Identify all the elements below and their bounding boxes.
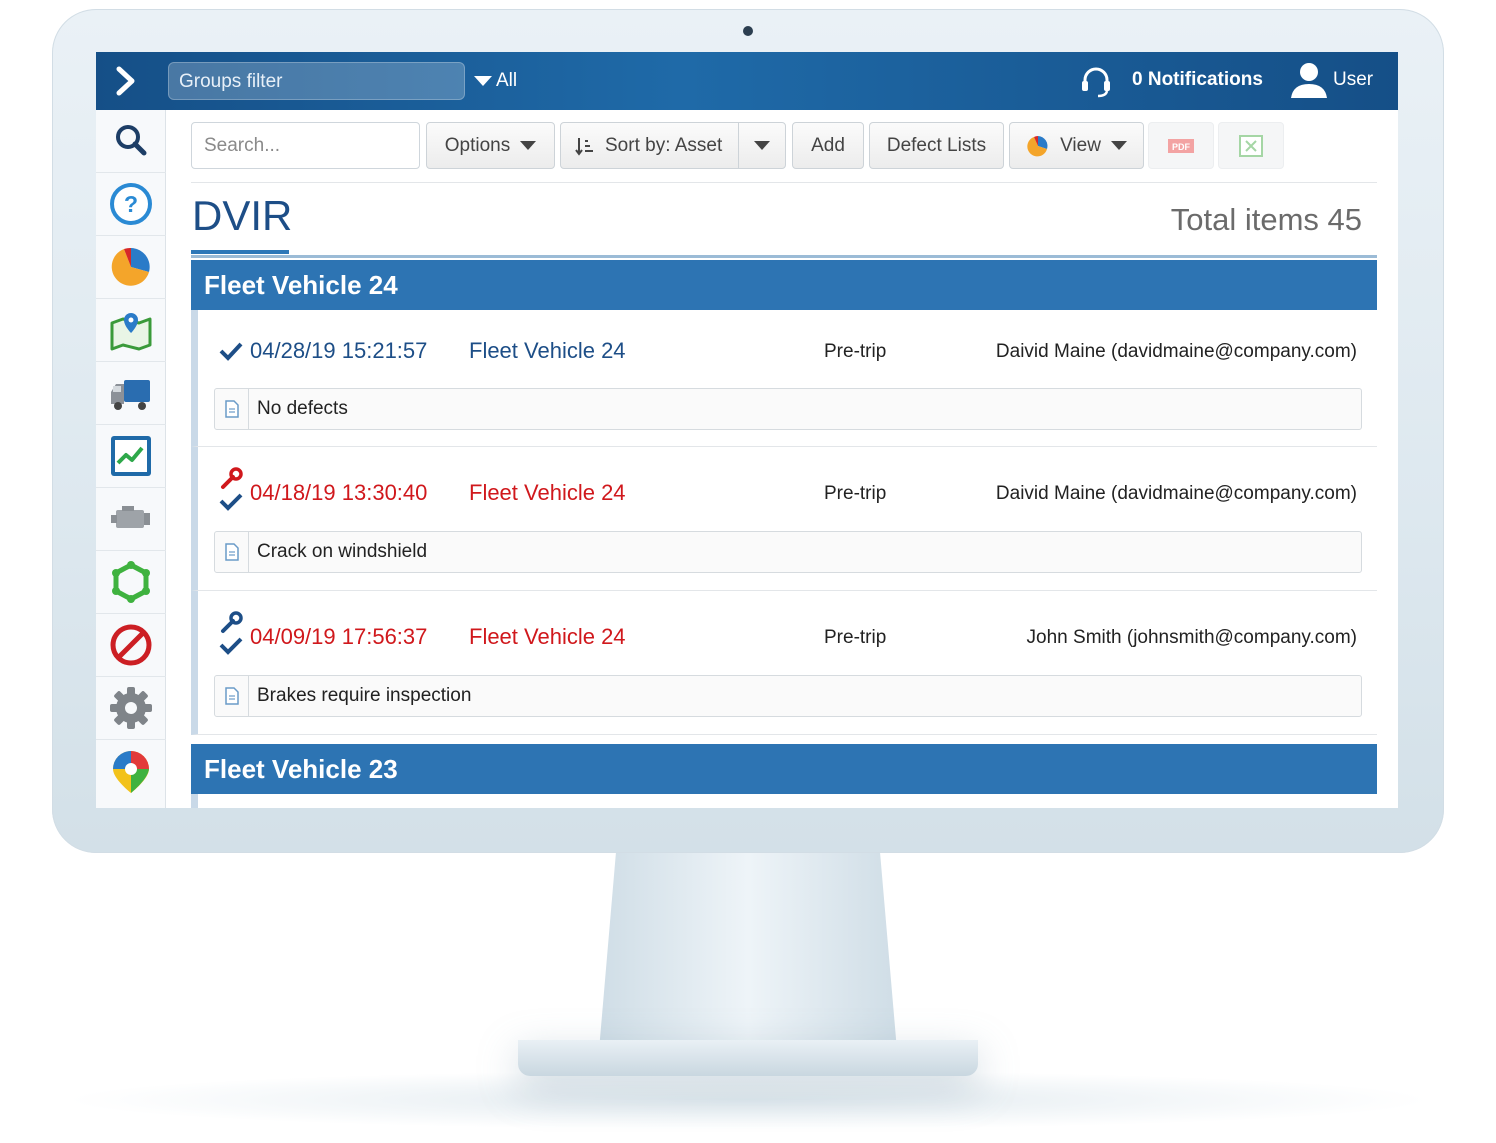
- options-button[interactable]: Options: [426, 122, 555, 169]
- engine-icon: [111, 506, 150, 528]
- pdf-icon: PDF: [1168, 138, 1194, 153]
- app-screen: Groups filter All 0 Notifications User ?…: [96, 52, 1398, 808]
- top-bar: Groups filter All 0 Notifications User: [96, 52, 1398, 110]
- sort-label: Sort by: Asset: [605, 134, 723, 156]
- sidebar-item-activity[interactable]: [96, 425, 166, 488]
- record-datetime[interactable]: 04/09/19 17:56:37: [250, 624, 427, 650]
- sort-direction-dropdown[interactable]: [738, 122, 786, 169]
- record-note: Brakes require inspection: [214, 675, 1362, 717]
- search-icon: [116, 125, 147, 156]
- monitor-stand-foot: [518, 1040, 978, 1076]
- floor-shadow: [60, 1070, 1436, 1130]
- groups-filter-value: All: [496, 70, 518, 91]
- record-datetime[interactable]: 04/18/19 13:30:40: [250, 480, 427, 506]
- document-icon: [224, 400, 239, 418]
- document-icon: [224, 687, 239, 705]
- settings-gear-icon: [110, 687, 152, 729]
- notifications-link[interactable]: 0 Notifications: [1132, 69, 1263, 91]
- sidebar: ?: [96, 110, 166, 808]
- page-title: DVIR: [192, 192, 293, 239]
- sidebar-item-vehicles[interactable]: [96, 362, 166, 425]
- groups-filter-dropdown[interactable]: All: [474, 68, 517, 94]
- sort-button[interactable]: Sort by: Asset: [560, 122, 739, 169]
- groups-filter-input[interactable]: Groups filter: [168, 62, 465, 100]
- caret-down-icon: [1110, 141, 1127, 150]
- headset-icon[interactable]: [1080, 64, 1112, 98]
- defect-lists-label: Defect Lists: [886, 134, 987, 156]
- record-driver[interactable]: Daivid Maine (davidmaine@company.com): [996, 483, 1357, 505]
- sidebar-item-settings[interactable]: [96, 677, 166, 740]
- sidebar-item-marketplace[interactable]: [96, 740, 166, 803]
- record-driver[interactable]: John Smith (johnsmith@company.com): [1027, 627, 1357, 649]
- search-input[interactable]: [191, 122, 420, 169]
- dashboard-pie-icon: [111, 247, 150, 286]
- record-note-text: Brakes require inspection: [257, 685, 472, 706]
- document-icon: [224, 543, 239, 561]
- wrench-red-check-icon: [219, 467, 243, 511]
- monitor-stand-neck: [598, 852, 898, 1062]
- record-note-text: Crack on windshield: [257, 541, 428, 562]
- title-rule: [191, 255, 1377, 258]
- caret-down-icon: [474, 76, 492, 86]
- svg-text:PDF: PDF: [1172, 142, 1191, 152]
- sidebar-item-exceptions[interactable]: [96, 614, 166, 677]
- defect-lists-button[interactable]: Defect Lists: [869, 122, 1004, 169]
- user-icon[interactable]: [1288, 60, 1330, 100]
- dvir-record[interactable]: 04/18/19 13:30:40 Fleet Vehicle 24 Pre-t…: [191, 447, 1377, 591]
- title-underline: [191, 250, 289, 254]
- check-icon: [219, 342, 243, 361]
- map-icon: [110, 313, 152, 351]
- sidebar-item-map[interactable]: [96, 299, 166, 362]
- sidebar-item-search[interactable]: [96, 110, 166, 173]
- zones-icon: [112, 561, 150, 603]
- dvir-record[interactable]: 04/09/19 17:56:37 Fleet Vehicle 24 Pre-t…: [191, 591, 1377, 735]
- group-header[interactable]: Fleet Vehicle 23: [191, 744, 1377, 794]
- menu-chevron-icon[interactable]: [114, 66, 140, 96]
- record-note: Crack on windshield: [214, 531, 1362, 573]
- sidebar-item-dashboard[interactable]: [96, 236, 166, 299]
- camera-dot: [743, 26, 753, 36]
- total-items-count: Total items 45: [1170, 202, 1362, 237]
- view-pie-icon: [1027, 135, 1048, 156]
- excel-icon: [1239, 134, 1263, 157]
- export-pdf-button[interactable]: PDF: [1148, 122, 1214, 169]
- caret-down-icon: [754, 141, 770, 150]
- add-label: Add: [811, 134, 845, 156]
- caret-down-icon: [520, 141, 537, 150]
- export-excel-button[interactable]: [1218, 122, 1284, 169]
- exceptions-icon: [110, 624, 152, 666]
- record-driver[interactable]: Daivid Maine (davidmaine@company.com): [996, 341, 1357, 363]
- sort-icon: [575, 137, 593, 156]
- record-vehicle[interactable]: Fleet Vehicle 24: [469, 338, 626, 364]
- record-type: Pre-trip: [824, 341, 887, 362]
- sidebar-item-zones[interactable]: [96, 551, 166, 614]
- wrench-blue-check-icon: [219, 611, 243, 655]
- add-button[interactable]: Add: [792, 122, 864, 169]
- record-type: Pre-trip: [824, 483, 887, 504]
- marketplace-icon: [113, 750, 149, 793]
- dvir-record[interactable]: 04/28/19 15:21:57 Fleet Vehicle 24 Pre-t…: [191, 310, 1377, 447]
- user-menu[interactable]: User: [1333, 69, 1373, 91]
- record-note: No defects: [214, 388, 1362, 430]
- toolbar-divider: [191, 182, 1377, 183]
- record-type: Pre-trip: [824, 627, 887, 648]
- sidebar-item-help[interactable]: ?: [96, 173, 166, 236]
- help-icon: ?: [110, 183, 152, 225]
- activity-chart-icon: [111, 436, 151, 476]
- record-note-text: No defects: [257, 398, 348, 419]
- svg-text:?: ?: [124, 191, 138, 217]
- truck-icon: [111, 380, 150, 410]
- record-datetime[interactable]: 04/28/19 15:21:57: [250, 338, 427, 364]
- options-label: Options: [444, 134, 511, 156]
- record-vehicle[interactable]: Fleet Vehicle 24: [469, 480, 626, 506]
- record-vehicle[interactable]: Fleet Vehicle 24: [469, 624, 626, 650]
- view-button[interactable]: View: [1009, 122, 1144, 169]
- view-label: View: [1060, 134, 1101, 156]
- group-header[interactable]: Fleet Vehicle 24: [191, 260, 1377, 310]
- sidebar-item-engine[interactable]: [96, 488, 166, 551]
- record-edge: [191, 794, 198, 808]
